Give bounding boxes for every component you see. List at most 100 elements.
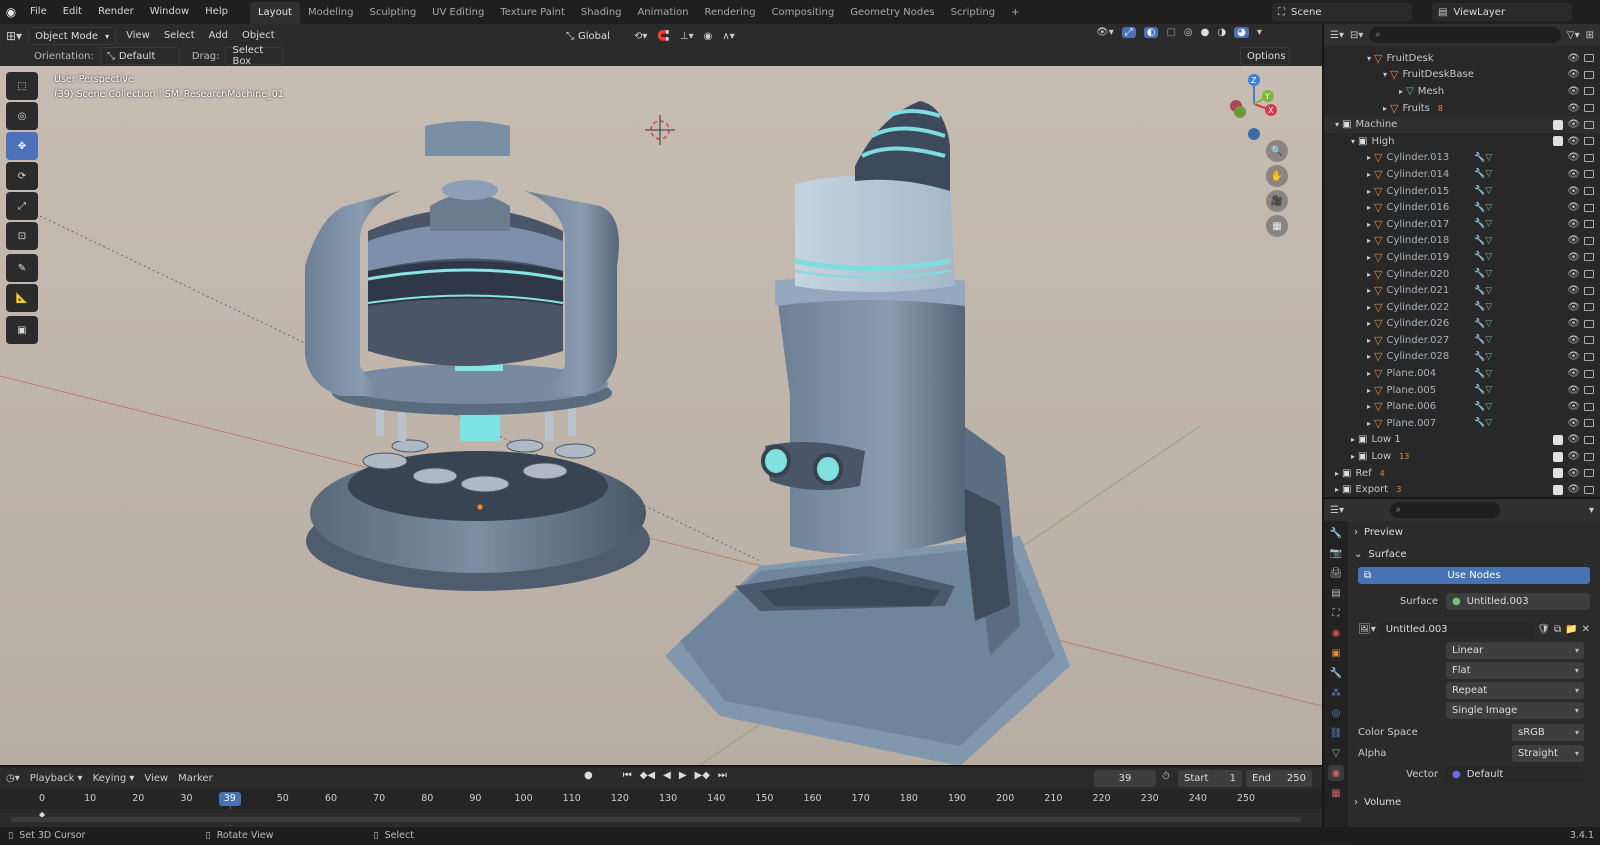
render-camera-icon[interactable] bbox=[1584, 303, 1594, 312]
eye-icon[interactable]: 👁 bbox=[1567, 219, 1580, 230]
render-camera-icon[interactable] bbox=[1584, 220, 1594, 229]
exclude-checkbox[interactable] bbox=[1553, 119, 1564, 130]
render-camera-icon[interactable] bbox=[1584, 137, 1594, 146]
exclude-checkbox[interactable] bbox=[1553, 484, 1564, 495]
eye-icon[interactable]: 👁 bbox=[1567, 351, 1580, 362]
use-nodes-button[interactable]: ⧉ Use Nodes bbox=[1358, 567, 1590, 584]
shading-material-icon[interactable]: ◑ bbox=[1217, 27, 1226, 38]
interpolation-select[interactable]: Linear ▾ bbox=[1446, 642, 1584, 659]
extension-select[interactable]: Repeat ▾ bbox=[1446, 682, 1584, 699]
tool-transform[interactable]: ⊡ bbox=[6, 222, 38, 250]
expand-arrow-icon[interactable]: ▸ bbox=[1364, 203, 1374, 212]
tab-layout[interactable]: Layout bbox=[249, 1, 300, 24]
render-camera-icon[interactable] bbox=[1584, 54, 1594, 63]
overlay-icon[interactable]: ◐ bbox=[1143, 27, 1159, 38]
eye-icon[interactable]: 👁 bbox=[1567, 401, 1580, 412]
render-camera-icon[interactable] bbox=[1584, 435, 1594, 444]
visibility-icon[interactable]: 👁▾ bbox=[1096, 27, 1114, 38]
expand-arrow-icon[interactable]: ▸ bbox=[1364, 402, 1374, 411]
render-camera-icon[interactable] bbox=[1584, 319, 1594, 328]
color-space-select[interactable]: sRGB ▾ bbox=[1512, 723, 1584, 741]
menu-help[interactable]: Help bbox=[197, 0, 236, 24]
expand-arrow-icon[interactable]: ▸ bbox=[1364, 236, 1374, 245]
expand-arrow-icon[interactable]: ▸ bbox=[1364, 220, 1374, 229]
image-type-icon[interactable]: 🖼▾ bbox=[1358, 624, 1376, 635]
display-mode-icon[interactable]: ⊟▾ bbox=[1350, 30, 1363, 41]
eye-icon[interactable]: 👁 bbox=[1567, 86, 1580, 97]
current-frame-field[interactable]: 39 bbox=[1094, 770, 1156, 787]
expand-arrow-icon[interactable]: ▸ bbox=[1396, 87, 1406, 96]
outliner-row[interactable]: ▸ ▽ Cylinder.020 🔧▽ 👁 bbox=[1324, 266, 1600, 283]
render-camera-icon[interactable] bbox=[1584, 270, 1594, 279]
tab-scripting[interactable]: Scripting bbox=[943, 2, 1003, 24]
drag-select[interactable]: Select Box bbox=[225, 45, 284, 67]
eye-icon[interactable]: 👁 bbox=[1567, 103, 1580, 114]
volume-panel[interactable]: › Volume bbox=[1350, 791, 1598, 813]
expand-arrow-icon[interactable]: ▸ bbox=[1364, 270, 1374, 279]
render-camera-icon[interactable] bbox=[1584, 70, 1594, 79]
tab-object-icon[interactable]: ▣ bbox=[1328, 645, 1344, 661]
timeline-track[interactable]: ◆ bbox=[0, 809, 1322, 825]
expand-arrow-icon[interactable]: ▾ bbox=[1332, 120, 1342, 129]
surface-shader-field[interactable]: ● Untitled.003 bbox=[1446, 592, 1590, 610]
tab-compositing[interactable]: Compositing bbox=[764, 2, 843, 24]
exclude-checkbox[interactable] bbox=[1553, 136, 1564, 147]
pivot-icon[interactable]: ⟲▾ bbox=[634, 31, 647, 42]
expand-arrow-icon[interactable]: ▸ bbox=[1364, 286, 1374, 295]
falloff-icon[interactable]: ∧▾ bbox=[722, 31, 734, 42]
eye-icon[interactable]: 👁 bbox=[1567, 169, 1580, 180]
tab-particles-icon[interactable]: ⁂ bbox=[1328, 685, 1344, 701]
outliner-row[interactable]: ▸ ▽ Cylinder.015 🔧▽ 👁 bbox=[1324, 183, 1600, 200]
eye-icon[interactable]: 👁 bbox=[1567, 186, 1580, 197]
outliner-row[interactable]: ▸ ▽ Cylinder.026 🔧▽ 👁 bbox=[1324, 316, 1600, 333]
new-collection-icon[interactable]: ⊞ bbox=[1586, 30, 1594, 41]
tab-shading[interactable]: Shading bbox=[573, 2, 630, 24]
shading-rendered-icon[interactable]: ◕ bbox=[1234, 27, 1249, 38]
pan-button[interactable]: ✋ bbox=[1266, 165, 1288, 187]
tab-view-layer-icon[interactable]: ▤ bbox=[1328, 585, 1344, 601]
orientation-select[interactable]: ⤡ Default bbox=[99, 47, 180, 65]
mode-select[interactable]: Object Mode ▾ bbox=[28, 27, 117, 45]
render-camera-icon[interactable] bbox=[1584, 402, 1594, 411]
navigation-gizmo[interactable]: Z X Y bbox=[1226, 72, 1286, 142]
menu-edit[interactable]: Edit bbox=[55, 0, 90, 24]
eye-icon[interactable]: 👁 bbox=[1567, 202, 1580, 213]
eye-icon[interactable]: 👁 bbox=[1567, 318, 1580, 329]
expand-arrow-icon[interactable]: ▸ bbox=[1364, 253, 1374, 262]
ortho-toggle-button[interactable]: ▦ bbox=[1266, 215, 1288, 237]
expand-arrow-icon[interactable]: ▸ bbox=[1332, 485, 1342, 494]
outliner-row[interactable]: ▾ ▽ FruitDeskBase 👁 bbox=[1324, 67, 1600, 84]
menu-select[interactable]: Select bbox=[160, 27, 199, 45]
tab-rendering[interactable]: Rendering bbox=[696, 2, 763, 24]
view-layer-selector[interactable]: ▤ ViewLayer bbox=[1432, 3, 1572, 21]
outliner-row[interactable]: ▸ ▽ Cylinder.019 🔧▽ 👁 bbox=[1324, 249, 1600, 266]
render-camera-icon[interactable] bbox=[1584, 419, 1594, 428]
playback-menu[interactable]: Playback ▾ bbox=[30, 773, 83, 784]
outliner-row[interactable]: ▸ ▽ Cylinder.021 🔧▽ 👁 bbox=[1324, 282, 1600, 299]
proportional-edit-icon[interactable]: ◉ bbox=[704, 31, 713, 42]
properties-editor-icon[interactable]: ☰▾ bbox=[1330, 505, 1344, 516]
tab-material-icon[interactable]: ◉ bbox=[1328, 765, 1344, 781]
zoom-button[interactable]: 🔍 bbox=[1266, 140, 1288, 162]
outliner-row[interactable]: ▸ ▽ Cylinder.028 🔧▽ 👁 bbox=[1324, 349, 1600, 366]
tab-modeling[interactable]: Modeling bbox=[300, 2, 362, 24]
expand-arrow-icon[interactable]: ▸ bbox=[1348, 435, 1358, 444]
menu-render[interactable]: Render bbox=[90, 0, 142, 24]
xray-icon[interactable]: ▢ bbox=[1166, 27, 1175, 38]
blender-logo-icon[interactable]: ◉ bbox=[0, 5, 22, 19]
outliner-row[interactable]: ▾ ▣ Machine 👁 bbox=[1324, 116, 1600, 133]
expand-arrow-icon[interactable]: ▸ bbox=[1364, 319, 1374, 328]
tool-cursor[interactable]: ◎ bbox=[6, 102, 38, 130]
timeline-ruler[interactable]: 0 10 20 30 39 50 60 70 80 90 100 110 120 130 140 150 160… bbox=[0, 789, 1322, 826]
transform-orientation-select[interactable]: ⤡ Global bbox=[560, 27, 624, 45]
tab-render-icon[interactable]: 📷 bbox=[1328, 545, 1344, 561]
render-camera-icon[interactable] bbox=[1584, 187, 1594, 196]
menu-view[interactable]: View bbox=[122, 27, 154, 45]
camera-view-button[interactable]: 🎥 bbox=[1266, 190, 1288, 212]
marker-menu[interactable]: Marker bbox=[178, 773, 213, 784]
play-reverse-icon[interactable]: ◀ bbox=[663, 770, 671, 781]
add-workspace-icon[interactable]: + bbox=[1003, 2, 1027, 24]
tab-geometry-nodes[interactable]: Geometry Nodes bbox=[842, 2, 942, 24]
tab-modifiers-icon[interactable]: 🔧 bbox=[1328, 665, 1344, 681]
menu-add[interactable]: Add bbox=[205, 27, 232, 45]
